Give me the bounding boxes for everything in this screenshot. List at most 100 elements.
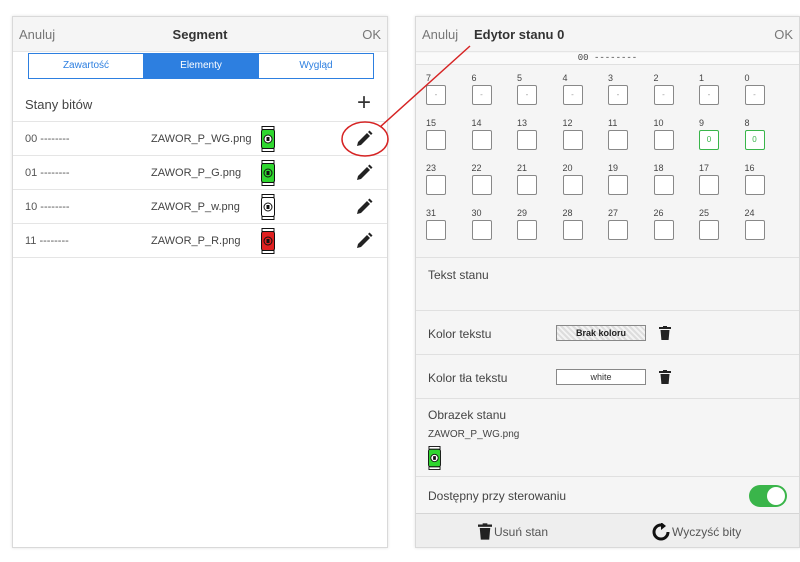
bit-toggle[interactable] — [426, 220, 446, 240]
available-section: Dostępny przy sterowaniu — [416, 476, 799, 515]
bit-number: 19 — [608, 163, 619, 173]
state-editor-panel: Anuluj Edytor stanu 0 OK 00 -------- 7-6… — [415, 16, 800, 548]
bit-number: 25 — [699, 208, 710, 218]
pencil-icon[interactable] — [355, 164, 373, 182]
state-image-filename: ZAWOR_P_w.png — [151, 201, 240, 213]
bit-toggle[interactable] — [744, 175, 765, 195]
bit-cell: 26 — [653, 208, 676, 240]
bit-number: 14 — [471, 118, 482, 128]
bit-cell: 22 — [471, 163, 494, 195]
tab-elementy[interactable]: Elementy — [144, 54, 259, 78]
text-color-chip[interactable]: Brak koloru — [556, 325, 646, 341]
trash-icon[interactable] — [659, 370, 671, 384]
bit-number: 4 — [562, 73, 568, 83]
bit-cell: 30 — [471, 208, 494, 240]
bit-toggle[interactable]: - — [426, 85, 446, 105]
bit-number: 9 — [699, 118, 705, 128]
state-bits: 10 -------- — [25, 201, 70, 213]
bit-number: 11 — [608, 118, 618, 128]
ok-button[interactable]: OK — [774, 27, 793, 42]
bit-toggle[interactable]: - — [744, 85, 765, 105]
bit-toggle[interactable]: 0 — [744, 130, 765, 150]
bit-toggle[interactable]: - — [471, 85, 492, 105]
pencil-icon[interactable] — [355, 130, 373, 148]
bit-toggle[interactable] — [608, 130, 628, 150]
bit-toggle[interactable] — [653, 130, 674, 150]
tab-zawartosc[interactable]: Zawartość — [29, 54, 144, 78]
bit-toggle[interactable]: - — [517, 85, 537, 105]
bit-toggle[interactable]: - — [562, 85, 583, 105]
trash-icon[interactable] — [659, 326, 671, 340]
bit-toggle[interactable] — [517, 175, 537, 195]
bit-cell: 31 — [426, 208, 448, 240]
bit-number: 28 — [562, 208, 573, 218]
bit-toggle[interactable] — [471, 175, 492, 195]
bit-toggle[interactable] — [653, 220, 674, 240]
state-row[interactable]: 00 -------- ZAWOR_P_WG.png — [13, 122, 387, 156]
bit-cell: 5- — [517, 73, 539, 105]
cancel-button[interactable]: Anuluj — [422, 27, 458, 42]
bit-toggle[interactable] — [744, 220, 765, 240]
bit-number: 1 — [699, 73, 705, 83]
bit-toggle[interactable] — [608, 220, 628, 240]
ok-button[interactable]: OK — [362, 27, 381, 42]
available-toggle[interactable] — [749, 485, 787, 507]
bit-cell: 19 — [608, 163, 630, 195]
valve-icon — [261, 228, 275, 254]
bit-pattern: 00 -------- — [416, 53, 799, 65]
bg-color-section: Kolor tła tekstu white — [416, 354, 799, 398]
state-text-label: Tekst stanu — [428, 268, 489, 282]
add-state-button[interactable]: + — [357, 89, 371, 117]
bit-cell: 1- — [699, 73, 721, 105]
delete-state-button[interactable]: Usuń stan — [478, 523, 548, 540]
valve-icon — [261, 194, 275, 220]
bit-number: 15 — [426, 118, 437, 128]
clear-bits-button[interactable]: Wyczyść bity — [652, 523, 741, 541]
bit-toggle[interactable] — [562, 130, 583, 150]
bit-toggle[interactable] — [562, 220, 583, 240]
bit-number: 21 — [517, 163, 528, 173]
bit-toggle[interactable]: - — [608, 85, 628, 105]
bit-toggle[interactable]: 0 — [699, 130, 719, 150]
pencil-icon[interactable] — [355, 198, 373, 216]
state-image-section[interactable]: Obrazek stanu ZAWOR_P_WG.png — [416, 398, 799, 476]
bit-toggle[interactable] — [426, 130, 446, 150]
bit-cell: 14 — [471, 118, 494, 150]
bit-toggle[interactable]: - — [699, 85, 719, 105]
bit-toggle[interactable] — [517, 130, 537, 150]
bit-number: 26 — [653, 208, 664, 218]
bit-cell: 24 — [744, 208, 767, 240]
state-bits: 11 -------- — [25, 235, 69, 247]
bit-cell: 7- — [426, 73, 448, 105]
bit-toggle[interactable] — [699, 220, 719, 240]
pencil-icon[interactable] — [355, 232, 373, 250]
bit-cell: 12 — [562, 118, 585, 150]
bit-cell: 11 — [608, 118, 630, 150]
bit-toggle[interactable]: - — [653, 85, 674, 105]
bit-cell: 16 — [744, 163, 767, 195]
editor-footer: Usuń stan Wyczyść bity — [416, 513, 799, 547]
delete-state-label: Usuń stan — [494, 524, 549, 539]
toggle-knob — [767, 487, 785, 505]
bit-number: 10 — [653, 118, 664, 128]
state-row[interactable]: 10 -------- ZAWOR_P_w.png — [13, 190, 387, 224]
bg-color-chip[interactable]: white — [556, 369, 646, 385]
bit-toggle[interactable] — [471, 220, 492, 240]
bit-toggle[interactable] — [562, 175, 583, 195]
state-row[interactable]: 11 -------- ZAWOR_P_R.png — [13, 224, 387, 258]
tab-wyglad[interactable]: Wygląd — [259, 54, 373, 78]
bit-toggle[interactable] — [699, 175, 719, 195]
state-text-section[interactable]: Tekst stanu — [416, 257, 799, 310]
bit-toggle[interactable] — [471, 130, 492, 150]
clear-bits-label: Wyczyść bity — [672, 525, 742, 539]
state-row[interactable]: 01 -------- ZAWOR_P_G.png — [13, 156, 387, 190]
bit-cell: 27 — [608, 208, 630, 240]
bit-states-label: Stany bitów — [25, 97, 93, 112]
bit-toggle[interactable] — [608, 175, 628, 195]
bit-toggle[interactable] — [653, 175, 674, 195]
trash-icon — [478, 523, 492, 540]
bit-number: 23 — [426, 163, 437, 173]
bit-states-header: Stany bitów + — [13, 87, 387, 122]
bit-toggle[interactable] — [426, 175, 446, 195]
bit-toggle[interactable] — [517, 220, 537, 240]
